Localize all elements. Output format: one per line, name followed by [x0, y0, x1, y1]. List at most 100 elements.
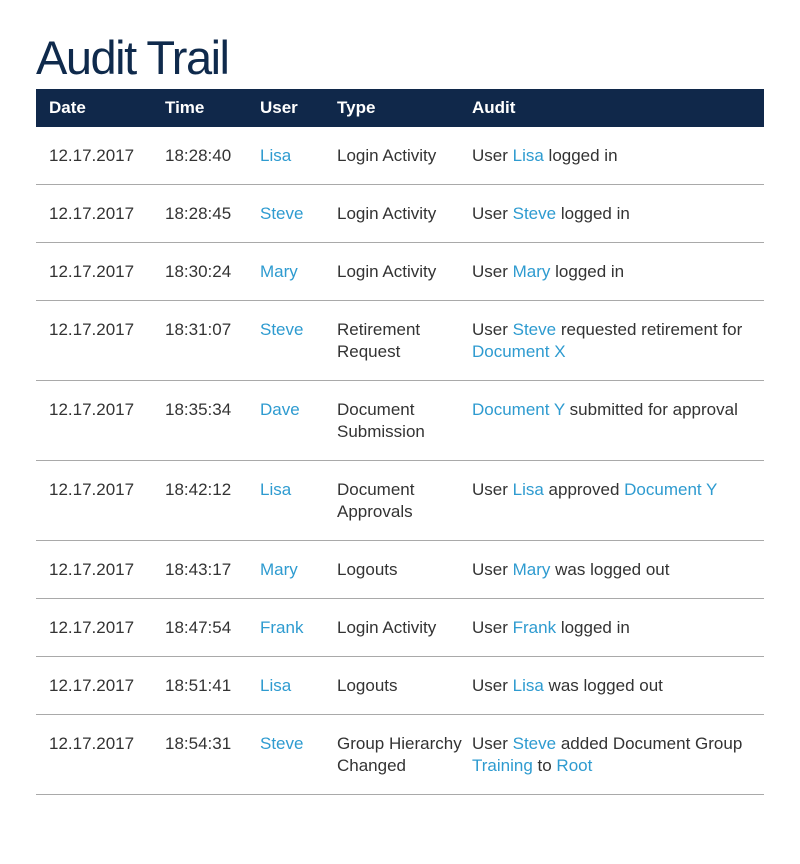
time-value: 18:28:40 [165, 146, 232, 165]
type-value-cell: Document Submission [337, 399, 472, 443]
user-link-cell: Lisa [260, 675, 337, 697]
time-value-cell: 18:28:45 [165, 203, 260, 225]
audit-table: Date Time User Type Audit 12.17.2017 18:2… [36, 89, 764, 795]
table-row: 12.17.2017 18:47:54 Frank Login Activity Use… [36, 599, 764, 657]
type-value: Group Hierarchy Changed [337, 734, 462, 775]
user-link[interactable]: Lisa [260, 676, 291, 695]
audit-link[interactable]: Frank [513, 618, 556, 637]
user-link[interactable]: Mary [260, 262, 298, 281]
audit-text: logged in [550, 262, 625, 281]
type-value-cell: Login Activity [337, 203, 472, 225]
user-link-cell: Mary [260, 261, 337, 283]
audit-link[interactable]: Lisa [513, 146, 544, 165]
time-value: 18:43:17 [165, 560, 232, 579]
audit-link[interactable]: Mary [513, 560, 551, 579]
type-value: Document Submission [337, 400, 425, 441]
column-header-user[interactable]: User [260, 89, 337, 127]
column-header-date[interactable]: Date [36, 89, 165, 127]
type-value-cell: Login Activity [337, 145, 472, 167]
audit-link[interactable]: Document Y [472, 400, 565, 419]
type-value-cell: Document Approvals [337, 479, 472, 523]
table-row: 12.17.2017 18:28:40 Lisa Login Activity User… [36, 127, 764, 185]
audit-cell: User Lisa approved Document Y [472, 479, 764, 523]
table-row: 12.17.2017 18:54:31 Steve Group Hierarchy C… [36, 715, 764, 795]
audit-text: approved [543, 480, 625, 499]
audit-link[interactable]: Steve [513, 320, 556, 339]
date-value-cell: 12.17.2017 [36, 559, 165, 581]
type-value: Logouts [337, 676, 398, 695]
time-value-cell: 18:30:24 [165, 261, 260, 283]
table-header: Date Time User Type Audit [36, 89, 764, 127]
type-value-cell: Login Activity [337, 617, 472, 639]
user-link[interactable]: Lisa [260, 146, 291, 165]
date-value-cell: 12.17.2017 [36, 675, 165, 697]
column-header-audit[interactable]: Audit [472, 89, 764, 127]
type-value-cell: Logouts [337, 559, 472, 581]
date-value-cell: 12.17.2017 [36, 145, 165, 167]
time-value: 18:28:45 [165, 204, 232, 223]
time-value-cell: 18:47:54 [165, 617, 260, 639]
user-link[interactable]: Mary [260, 560, 298, 579]
date-value: 12.17.2017 [49, 146, 135, 165]
user-link-cell: Steve [260, 203, 337, 225]
date-value: 12.17.2017 [49, 204, 135, 223]
type-value-cell: Logouts [337, 675, 472, 697]
audit-text: User [472, 560, 513, 579]
user-link[interactable]: Steve [260, 734, 303, 753]
date-value: 12.17.2017 [49, 400, 135, 419]
user-link-cell: Mary [260, 559, 337, 581]
type-value-cell: Retirement Request [337, 319, 472, 363]
user-link-cell: Dave [260, 399, 337, 443]
audit-text: added Document Group [556, 734, 743, 753]
audit-text: submitted for approval [564, 400, 738, 419]
time-value-cell: 18:35:34 [165, 399, 260, 443]
audit-text: User [472, 204, 513, 223]
type-value: Document Approvals [337, 480, 415, 521]
audit-link[interactable]: Document X [472, 342, 566, 361]
type-value-cell: Login Activity [337, 261, 472, 283]
table-row: 12.17.2017 18:31:07 Steve Retirement Reques… [36, 301, 764, 381]
time-value: 18:51:41 [165, 676, 232, 695]
type-value: Login Activity [337, 204, 437, 223]
audit-link[interactable]: Lisa [513, 480, 544, 499]
user-link[interactable]: Steve [260, 320, 303, 339]
type-value: Retirement Request [337, 320, 421, 361]
type-value: Logouts [337, 560, 398, 579]
audit-link[interactable]: Steve [513, 734, 556, 753]
time-value-cell: 18:42:12 [165, 479, 260, 523]
user-link[interactable]: Frank [260, 618, 303, 637]
user-link-cell: Steve [260, 733, 337, 777]
audit-link[interactable]: Lisa [513, 676, 544, 695]
time-value-cell: 18:31:07 [165, 319, 260, 363]
audit-link[interactable]: Mary [513, 262, 551, 281]
date-value-cell: 12.17.2017 [36, 399, 165, 443]
column-header-time[interactable]: Time [165, 89, 260, 127]
time-value-cell: 18:43:17 [165, 559, 260, 581]
audit-link[interactable]: Steve [513, 204, 556, 223]
audit-text: to [532, 756, 557, 775]
audit-link[interactable]: Root [556, 756, 592, 775]
audit-link[interactable]: Document Y [624, 480, 717, 499]
user-link[interactable]: Steve [260, 204, 303, 223]
table-row: 12.17.2017 18:43:17 Mary Logouts User Mary w… [36, 541, 764, 599]
page-title: Audit Trail [36, 31, 230, 84]
date-value-cell: 12.17.2017 [36, 319, 165, 363]
audit-text: was logged out [543, 676, 663, 695]
audit-cell: User Mary was logged out [472, 559, 764, 581]
table-row: 12.17.2017 18:28:45 Steve Login Activity Use… [36, 185, 764, 243]
audit-cell: Document Y submitted for approval [472, 399, 764, 443]
audit-cell: User Lisa logged in [472, 145, 764, 167]
table-row: 12.17.2017 18:35:34 Dave Document Submissio… [36, 381, 764, 461]
column-header-type[interactable]: Type [337, 89, 472, 127]
time-value-cell: 18:28:40 [165, 145, 260, 167]
audit-link[interactable]: Training [472, 756, 533, 775]
user-link-cell: Lisa [260, 145, 337, 167]
audit-text: User [472, 734, 513, 753]
table-row: 12.17.2017 18:30:24 Mary Login Activity User… [36, 243, 764, 301]
time-value-cell: 18:51:41 [165, 675, 260, 697]
user-link[interactable]: Dave [260, 400, 300, 419]
user-link[interactable]: Lisa [260, 480, 291, 499]
time-value: 18:35:34 [165, 400, 232, 419]
time-value: 18:31:07 [165, 320, 232, 339]
audit-text: User [472, 320, 513, 339]
